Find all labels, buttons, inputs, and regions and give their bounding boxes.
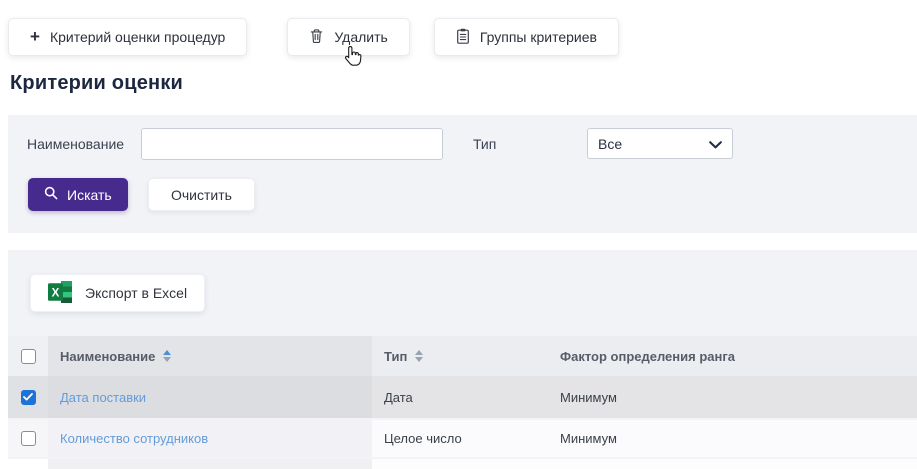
chevron-down-icon bbox=[709, 136, 722, 152]
select-all-checkbox[interactable] bbox=[21, 349, 36, 364]
add-criterion-button[interactable]: + Критерий оценки процедур bbox=[8, 18, 247, 56]
page-title: Критерии оценки bbox=[10, 72, 917, 95]
header-type[interactable]: Тип bbox=[372, 336, 548, 376]
clear-button[interactable]: Очистить bbox=[148, 178, 255, 211]
header-name[interactable]: Наименование bbox=[48, 336, 372, 376]
header-type-label: Тип bbox=[384, 349, 407, 364]
criteria-table: Наименование Тип Фактор определения ранг… bbox=[8, 336, 917, 469]
type-filter-label: Тип bbox=[473, 128, 496, 160]
criteria-page: + Критерий оценки процедур Удалить Групп… bbox=[0, 0, 917, 469]
table-row: Дата поставки Дата Минимум bbox=[8, 376, 917, 418]
trash-icon bbox=[309, 28, 324, 47]
export-excel-label: Экспорт в Excel bbox=[85, 285, 187, 301]
type-select-value: Все bbox=[598, 136, 622, 152]
header-checkbox-cell bbox=[8, 336, 48, 376]
row-checkbox-cell bbox=[8, 459, 48, 469]
excel-icon: X bbox=[48, 280, 74, 307]
clear-label: Очистить bbox=[171, 187, 232, 203]
svg-text:X: X bbox=[52, 287, 60, 299]
criteria-groups-button[interactable]: Группы критериев bbox=[434, 18, 619, 56]
row-checkbox-cell bbox=[8, 420, 48, 457]
name-filter-input[interactable] bbox=[141, 128, 443, 160]
row-checkbox[interactable] bbox=[21, 431, 36, 446]
results-panel: X Экспорт в Excel Наименование Тип bbox=[8, 250, 917, 469]
header-factor-label: Фактор определения ранга bbox=[560, 349, 735, 364]
criterion-link[interactable]: Дата поставки bbox=[60, 390, 146, 405]
sort-icon[interactable] bbox=[163, 350, 171, 362]
row-type-cell bbox=[372, 459, 548, 469]
checkmark-icon bbox=[23, 393, 33, 401]
table-row bbox=[8, 457, 917, 469]
row-type-cell: Дата bbox=[372, 376, 548, 418]
row-checkbox-cell bbox=[8, 376, 48, 418]
plus-icon: + bbox=[30, 28, 40, 45]
type-select[interactable]: Все bbox=[587, 128, 733, 159]
header-name-label: Наименование bbox=[60, 349, 155, 364]
row-name-cell bbox=[48, 459, 372, 469]
search-icon bbox=[44, 186, 58, 203]
row-factor-cell: Минимум bbox=[548, 420, 917, 457]
row-factor-cell bbox=[548, 459, 917, 469]
add-criterion-label: Критерий оценки процедур bbox=[50, 29, 225, 45]
name-filter-label: Наименование bbox=[27, 128, 124, 160]
criterion-link[interactable]: Количество сотрудников bbox=[60, 431, 208, 446]
search-label: Искать bbox=[67, 187, 112, 203]
search-button[interactable]: Искать bbox=[28, 178, 128, 211]
table-row: Количество сотрудников Целое число Миним… bbox=[8, 418, 917, 457]
row-name-cell: Количество сотрудников bbox=[48, 420, 372, 457]
sort-icon[interactable] bbox=[415, 350, 423, 362]
row-type-cell: Целое число bbox=[372, 420, 548, 457]
header-factor: Фактор определения ранга bbox=[548, 336, 917, 376]
criteria-groups-label: Группы критериев bbox=[480, 29, 597, 45]
export-excel-button[interactable]: X Экспорт в Excel bbox=[30, 274, 205, 312]
delete-label: Удалить bbox=[334, 29, 387, 45]
row-checkbox[interactable] bbox=[21, 390, 36, 405]
delete-button[interactable]: Удалить bbox=[287, 18, 409, 56]
table-header-row: Наименование Тип Фактор определения ранг… bbox=[8, 336, 917, 376]
row-factor-cell: Минимум bbox=[548, 376, 917, 418]
clipboard-icon bbox=[456, 28, 470, 47]
toolbar: + Критерий оценки процедур Удалить Групп… bbox=[8, 18, 917, 56]
filter-panel: Наименование Тип Все Искать Очистить bbox=[8, 115, 917, 233]
row-name-cell: Дата поставки bbox=[48, 376, 372, 418]
